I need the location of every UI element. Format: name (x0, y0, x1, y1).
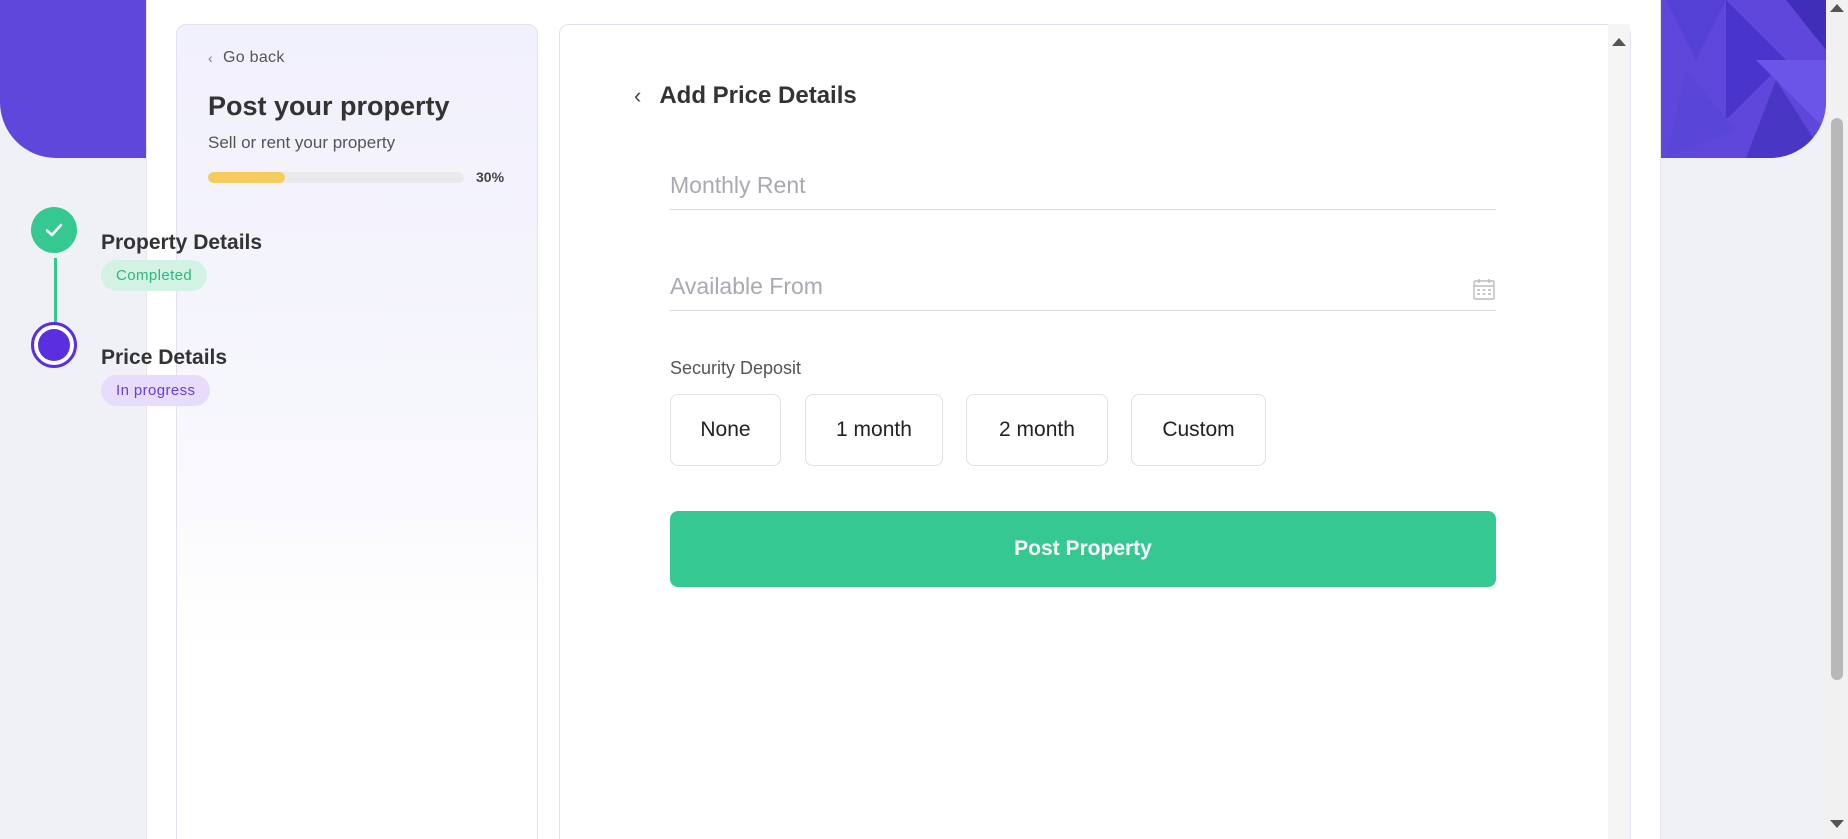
deposit-option-1-month[interactable]: 1 month (805, 394, 943, 466)
window-scroll-down-icon[interactable] (1830, 820, 1844, 828)
status-badge-in-progress: In progress (101, 375, 211, 406)
deposit-option-none[interactable]: None (670, 394, 781, 466)
post-property-button[interactable]: Post Property (670, 511, 1496, 587)
step-label-property-details: Property Details (101, 231, 263, 254)
monthly-rent-input[interactable] (670, 162, 1496, 210)
back-chevron-icon[interactable]: ‹ (634, 83, 641, 109)
step-label-price-details: Price Details (101, 346, 228, 369)
form-header: ‹ Add Price Details (634, 82, 857, 110)
form-panel-scrollbar[interactable] (1608, 24, 1630, 839)
scroll-up-arrow-icon[interactable] (1612, 38, 1626, 46)
deposit-option-2-month[interactable]: 2 month (966, 394, 1108, 466)
sidebar-subtitle: Sell or rent your property (208, 133, 396, 152)
active-step-dot (38, 329, 70, 361)
check-icon (31, 207, 77, 253)
active-step-icon (31, 322, 77, 368)
calendar-icon[interactable] (1473, 278, 1495, 300)
progress-bar-fill (208, 172, 285, 183)
window-scroll-up-icon[interactable] (1830, 4, 1844, 12)
form-title: Add Price Details (659, 82, 857, 109)
progress-sidebar: ‹ Go back Post your property Sell or ren… (176, 24, 538, 839)
status-badge-completed: Completed (101, 260, 208, 291)
progress-bar (208, 172, 464, 183)
go-back-label: Go back (222, 49, 285, 66)
progress-percent: 30% (476, 169, 505, 185)
window-scrollbar-thumb[interactable] (1831, 118, 1843, 680)
available-from-input[interactable] (670, 263, 1496, 311)
sidebar-title: Post your property (208, 91, 450, 121)
chevron-left-icon: ‹ (208, 50, 213, 66)
security-deposit-label: Security Deposit (670, 358, 802, 378)
go-back-link[interactable]: ‹ Go back (208, 49, 285, 67)
deposit-option-custom[interactable]: Custom (1131, 394, 1266, 466)
window-scrollbar[interactable] (1826, 0, 1848, 839)
